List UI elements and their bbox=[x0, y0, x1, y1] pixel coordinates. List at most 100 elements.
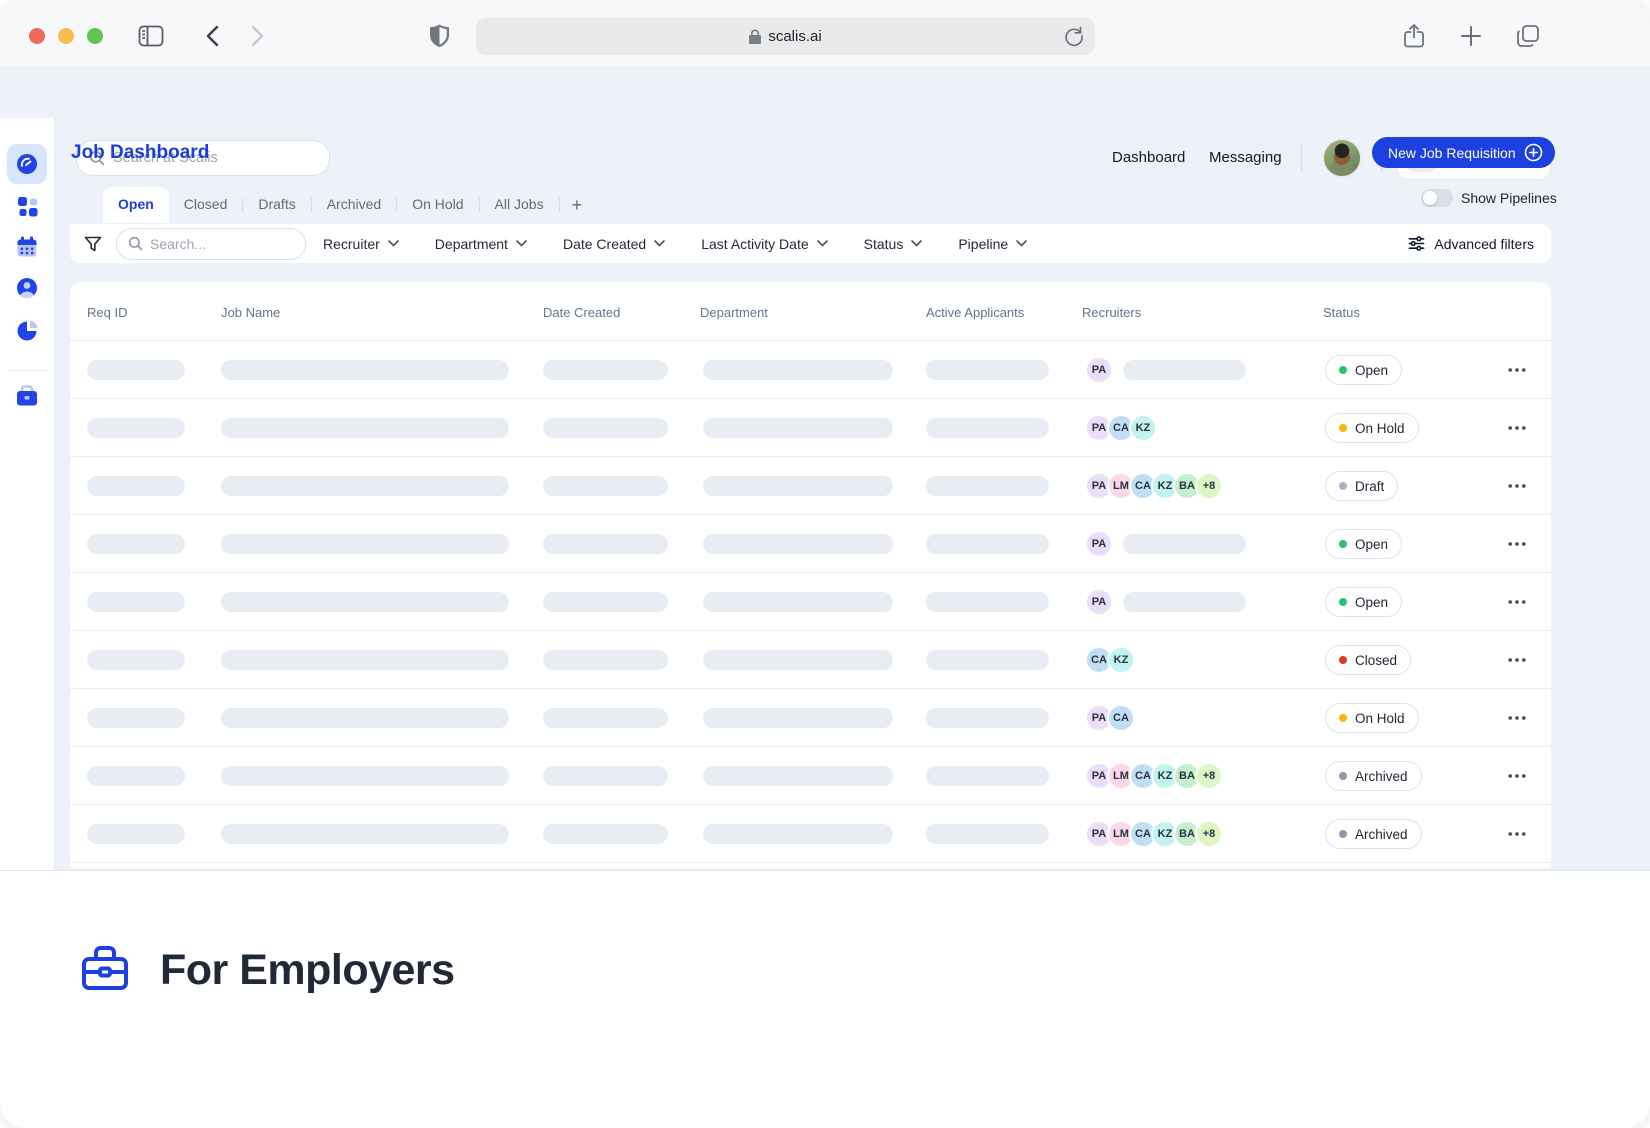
recruiter-avatar: PA bbox=[1085, 530, 1113, 558]
filter-label: Recruiter bbox=[323, 236, 380, 252]
row-menu-button[interactable] bbox=[1508, 657, 1538, 662]
row-menu-button[interactable] bbox=[1508, 599, 1538, 604]
skeleton bbox=[221, 360, 509, 380]
row-menu-button[interactable] bbox=[1508, 541, 1538, 546]
skeleton bbox=[543, 824, 668, 844]
sidebar-item-jobs[interactable] bbox=[7, 186, 47, 226]
shield-icon[interactable] bbox=[425, 22, 453, 50]
nav-messaging[interactable]: Messaging bbox=[1209, 149, 1282, 166]
skeleton bbox=[703, 592, 893, 612]
table-search[interactable] bbox=[116, 228, 306, 260]
skeleton bbox=[703, 824, 893, 844]
filter-last-activity-date[interactable]: Last Activity Date bbox=[701, 236, 827, 252]
filter-pipeline[interactable]: Pipeline bbox=[958, 236, 1027, 252]
table-row[interactable]: PA Open bbox=[70, 573, 1551, 631]
briefcase-icon bbox=[15, 385, 39, 407]
row-menu-button[interactable] bbox=[1508, 483, 1538, 488]
tab-overview-icon[interactable] bbox=[1514, 22, 1542, 50]
skeleton bbox=[87, 534, 185, 554]
page-title: Job Dashboard bbox=[71, 142, 209, 164]
filter-label: Department bbox=[435, 236, 508, 252]
table-row[interactable]: PALMCAKZBA+8 Archived bbox=[70, 747, 1551, 805]
recruiter-avatar: +8 bbox=[1195, 762, 1223, 790]
table-row[interactable]: PA Open bbox=[70, 515, 1551, 573]
filter-label: Pipeline bbox=[958, 236, 1008, 252]
tab-closed[interactable]: Closed bbox=[169, 187, 243, 223]
tab-open[interactable]: Open bbox=[103, 187, 169, 223]
status-badge-label: Archived bbox=[1355, 827, 1408, 842]
sidebar-item-company[interactable] bbox=[7, 376, 47, 416]
briefcase-icon bbox=[80, 942, 130, 994]
sidebar-item-dashboard[interactable] bbox=[7, 144, 47, 184]
ellipsis-icon bbox=[1508, 483, 1526, 488]
ellipsis-icon bbox=[1508, 599, 1526, 604]
skeleton bbox=[87, 708, 185, 728]
status-badge: Archived bbox=[1325, 819, 1422, 849]
pie-chart-icon bbox=[16, 319, 39, 342]
funnel-icon[interactable] bbox=[84, 235, 102, 253]
skeleton bbox=[87, 766, 185, 786]
filter-department[interactable]: Department bbox=[435, 236, 527, 252]
skeleton bbox=[926, 650, 1049, 670]
tab-archived[interactable]: Archived bbox=[312, 187, 396, 223]
minimize-window-button[interactable] bbox=[58, 28, 74, 44]
plus-circle-icon bbox=[1524, 143, 1543, 162]
table-row[interactable]: PACAKZ On Hold bbox=[70, 399, 1551, 457]
tab-all-jobs[interactable]: All Jobs bbox=[480, 187, 559, 223]
skeleton bbox=[221, 824, 509, 844]
filter-recruiter[interactable]: Recruiter bbox=[323, 236, 399, 252]
sidebar-item-calendar[interactable] bbox=[7, 227, 47, 267]
back-icon[interactable] bbox=[198, 22, 226, 50]
table-row[interactable]: PALMCAKZBA+8 Draft bbox=[70, 457, 1551, 515]
calendar-icon bbox=[15, 235, 39, 259]
row-menu-button[interactable] bbox=[1508, 367, 1538, 372]
row-menu-button[interactable] bbox=[1508, 715, 1538, 720]
zoom-window-button[interactable] bbox=[87, 28, 103, 44]
sidebar-item-candidates[interactable] bbox=[7, 268, 47, 308]
row-menu-button[interactable] bbox=[1508, 831, 1538, 836]
table-row[interactable]: PA Open bbox=[70, 341, 1551, 399]
close-window-button[interactable] bbox=[29, 28, 45, 44]
skeleton bbox=[87, 360, 185, 380]
column-status: Status bbox=[1323, 305, 1360, 320]
add-tab-button[interactable]: + bbox=[560, 195, 595, 216]
table-row[interactable]: PALMCAKZBA+8 Archived bbox=[70, 805, 1551, 863]
skeleton bbox=[543, 766, 668, 786]
table-row[interactable]: CAKZ Closed bbox=[70, 631, 1551, 689]
filter-status[interactable]: Status bbox=[864, 236, 923, 252]
new-job-requisition-button[interactable]: New Job Requisition bbox=[1372, 137, 1555, 168]
table-search-input[interactable] bbox=[150, 236, 294, 252]
forward-icon[interactable] bbox=[243, 22, 271, 50]
status-badge: On Hold bbox=[1325, 413, 1419, 443]
status-badge-label: Archived bbox=[1355, 769, 1408, 784]
filter-date-created[interactable]: Date Created bbox=[563, 236, 665, 252]
skeleton bbox=[703, 418, 893, 438]
recruiter-avatar: PA bbox=[1085, 356, 1113, 384]
user-avatar[interactable] bbox=[1322, 138, 1362, 178]
app-header: Dashboard Messaging bbox=[0, 66, 1650, 118]
advanced-filters-button[interactable]: Advanced filters bbox=[1408, 235, 1534, 252]
status-badge-label: Open bbox=[1355, 363, 1388, 378]
show-pipelines-label: Show Pipelines bbox=[1461, 190, 1557, 206]
column-job-name: Job Name bbox=[221, 305, 280, 320]
row-menu-button[interactable] bbox=[1508, 425, 1538, 430]
sidebar-toggle-icon[interactable] bbox=[137, 22, 165, 50]
row-menu-button[interactable] bbox=[1508, 773, 1538, 778]
share-icon[interactable] bbox=[1400, 22, 1428, 50]
table-row[interactable]: PACA On Hold bbox=[70, 689, 1551, 747]
tab-drafts[interactable]: Drafts bbox=[243, 187, 310, 223]
ellipsis-icon bbox=[1508, 773, 1526, 778]
ellipsis-icon bbox=[1508, 715, 1526, 720]
advanced-filters-label: Advanced filters bbox=[1434, 236, 1534, 252]
gauge-icon bbox=[15, 152, 39, 176]
url-bar[interactable]: scalis.ai bbox=[476, 18, 1095, 55]
status-tabs: Open Closed Drafts Archived On Hold All … bbox=[103, 186, 594, 224]
reload-icon[interactable] bbox=[1061, 23, 1087, 49]
show-pipelines-toggle[interactable] bbox=[1421, 189, 1453, 207]
recruiter-chips: CAKZ bbox=[1085, 646, 1135, 674]
tab-on-hold[interactable]: On Hold bbox=[397, 187, 478, 223]
new-tab-icon[interactable] bbox=[1457, 22, 1485, 50]
skeleton bbox=[87, 650, 185, 670]
nav-dashboard[interactable]: Dashboard bbox=[1112, 149, 1185, 166]
sidebar-item-reports[interactable] bbox=[7, 310, 47, 350]
